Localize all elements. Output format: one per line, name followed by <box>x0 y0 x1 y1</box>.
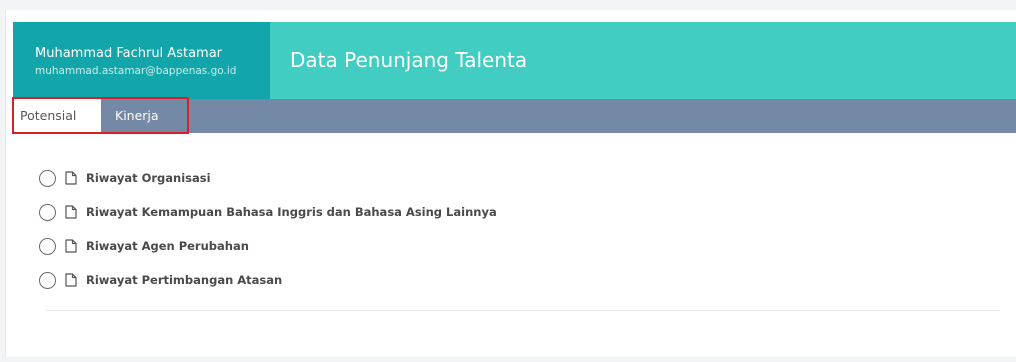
divider <box>45 310 1000 311</box>
page-title: Data Penunjang Talenta <box>290 48 528 72</box>
list-item-label: Riwayat Organisasi <box>86 171 211 185</box>
user-info: Muhammad Fachrul Astamar muhammad.astama… <box>13 22 270 99</box>
title-bar: Data Penunjang Talenta <box>270 22 1016 99</box>
radio-button[interactable] <box>39 169 56 187</box>
document-icon <box>65 171 77 185</box>
document-icon <box>65 273 77 287</box>
list-item-label: Riwayat Kemampuan Bahasa Inggris dan Bah… <box>86 205 497 219</box>
tab-potensial[interactable]: Potensial <box>13 99 101 133</box>
document-icon <box>65 239 77 253</box>
tab-bar: Potensial Kinerja <box>13 99 1016 133</box>
list-item-label: Riwayat Agen Perubahan <box>86 239 249 253</box>
user-name: Muhammad Fachrul Astamar <box>35 46 223 61</box>
list-item-riwayat-kemampuan-bahasa[interactable]: Riwayat Kemampuan Bahasa Inggris dan Bah… <box>39 195 497 229</box>
tab-kinerja[interactable]: Kinerja <box>101 99 190 133</box>
list-item-label: Riwayat Pertimbangan Atasan <box>86 273 283 287</box>
list-item-riwayat-pertimbangan-atasan[interactable]: Riwayat Pertimbangan Atasan <box>39 263 497 297</box>
page-header: Muhammad Fachrul Astamar muhammad.astama… <box>13 22 1016 99</box>
radio-button[interactable] <box>39 237 56 255</box>
document-list: Riwayat Organisasi Riwayat Kemampuan Bah… <box>39 161 497 297</box>
radio-button[interactable] <box>39 203 56 221</box>
list-item-riwayat-agen-perubahan[interactable]: Riwayat Agen Perubahan <box>39 229 497 263</box>
list-item-riwayat-organisasi[interactable]: Riwayat Organisasi <box>39 161 497 195</box>
document-icon <box>65 205 77 219</box>
user-email: muhammad.astamar@bappenas.go.id <box>35 65 237 77</box>
radio-button[interactable] <box>39 271 56 289</box>
